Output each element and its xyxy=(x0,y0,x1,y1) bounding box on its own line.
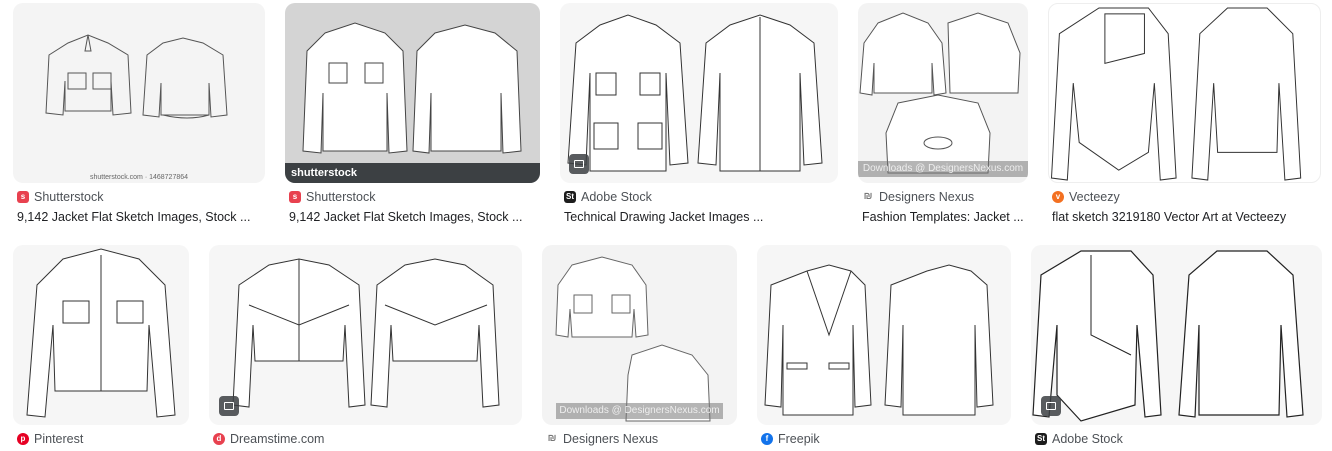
result-thumbnail[interactable] xyxy=(1048,3,1321,183)
thumb-caption: shutterstock.com · 1468727864 xyxy=(90,174,188,181)
source-label: Designers Nexus xyxy=(563,432,659,446)
result-source[interactable]: ₪ Designers Nexus xyxy=(862,190,975,204)
result-source[interactable]: p Pinterest xyxy=(17,432,83,446)
result-card-7[interactable]: d Dreamstime.com xyxy=(209,245,522,451)
result-thumbnail[interactable] xyxy=(757,245,1011,425)
designers-nexus-favicon: ₪ xyxy=(547,433,557,444)
adobe-favicon: St xyxy=(564,191,576,203)
result-card-5[interactable]: v Vecteezy flat sketch 3219180 Vector Ar… xyxy=(1048,3,1321,228)
result-card-4[interactable]: Downloads @ DesignersNexus.com ₪ Designe… xyxy=(858,3,1028,228)
result-title[interactable]: flat sketch 3219180 Vector Art at Vectee… xyxy=(1052,210,1322,224)
result-thumbnail[interactable]: Downloads @ DesignersNexus.com xyxy=(542,245,737,425)
vecteezy-favicon: v xyxy=(1052,191,1064,203)
shutterstock-favicon: s xyxy=(17,191,29,203)
watermark-bar: shutterstock xyxy=(285,163,540,183)
source-label: Freepik xyxy=(778,432,820,446)
source-label: Shutterstock xyxy=(306,190,376,204)
result-card-1[interactable]: shutterstock.com · 1468727864 s Shutters… xyxy=(13,3,265,228)
source-label: Dreamstime.com xyxy=(230,432,325,446)
result-source[interactable]: ₪ Designers Nexus xyxy=(546,432,659,446)
pinterest-favicon: p xyxy=(17,433,29,445)
shutterstock-favicon: s xyxy=(289,191,301,203)
result-title[interactable]: 9,142 Jacket Flat Sketch Images, Stock .… xyxy=(17,210,265,224)
image-icon xyxy=(219,396,239,416)
jacket-sketch-image xyxy=(302,22,522,154)
image-icon xyxy=(1041,396,1061,416)
jacket-sketch-image: shutterstock.com · 1468727864 xyxy=(45,34,228,181)
image-icon xyxy=(569,154,589,174)
jacket-sketch-image xyxy=(26,248,176,418)
result-card-10[interactable]: St Adobe Stock xyxy=(1031,245,1322,451)
result-card-9[interactable]: f Freepik xyxy=(757,245,1011,451)
result-source[interactable]: d Dreamstime.com xyxy=(213,432,324,446)
watermark-text: Downloads @ DesignersNexus.com xyxy=(556,403,723,419)
designers-nexus-favicon: ₪ xyxy=(863,191,873,202)
freepik-favicon: f xyxy=(761,433,773,445)
result-thumbnail[interactable] xyxy=(1031,245,1322,425)
source-label: Designers Nexus xyxy=(879,190,975,204)
result-title[interactable]: Fashion Templates: Jacket ... xyxy=(862,210,1028,224)
result-title[interactable]: 9,142 Jacket Flat Sketch Images, Stock .… xyxy=(289,210,539,224)
result-source[interactable]: St Adobe Stock xyxy=(564,190,652,204)
jacket-sketch-image xyxy=(555,256,711,422)
result-card-6[interactable]: p Pinterest xyxy=(13,245,189,451)
source-label: Adobe Stock xyxy=(581,190,652,204)
result-source[interactable]: s Shutterstock xyxy=(289,190,375,204)
jacket-sketch-image xyxy=(232,258,500,408)
jacket-sketch-image xyxy=(859,12,1021,174)
result-thumbnail[interactable]: shutterstock.com · 1468727864 xyxy=(13,3,265,183)
result-thumbnail[interactable]: Downloads @ DesignersNexus.com xyxy=(858,3,1028,183)
jacket-sketch-image xyxy=(567,14,823,172)
result-thumbnail[interactable] xyxy=(13,245,189,425)
source-label: Adobe Stock xyxy=(1052,432,1123,446)
result-source[interactable]: s Shutterstock xyxy=(17,190,103,204)
result-thumbnail[interactable]: shutterstock xyxy=(285,3,540,183)
source-label: Vecteezy xyxy=(1069,190,1120,204)
jacket-sketch-image xyxy=(1050,7,1302,181)
result-thumbnail[interactable] xyxy=(209,245,522,425)
watermark-text: Downloads @ DesignersNexus.com xyxy=(858,161,1028,177)
result-title[interactable]: Technical Drawing Jacket Images ... xyxy=(564,210,839,224)
result-thumbnail[interactable] xyxy=(560,3,838,183)
jacket-sketch-image xyxy=(1032,250,1304,422)
source-label: Pinterest xyxy=(34,432,84,446)
result-source[interactable]: St Adobe Stock xyxy=(1035,432,1123,446)
result-card-8[interactable]: Downloads @ DesignersNexus.com ₪ Designe… xyxy=(542,245,737,451)
adobe-favicon: St xyxy=(1035,433,1047,445)
result-source[interactable]: v Vecteezy xyxy=(1052,190,1120,204)
source-label: Shutterstock xyxy=(34,190,104,204)
result-card-2[interactable]: shutterstock s Shutterstock 9,142 Jacket… xyxy=(285,3,540,228)
result-source[interactable]: f Freepik xyxy=(761,432,820,446)
jacket-sketch-image xyxy=(764,264,994,416)
dreamstime-favicon: d xyxy=(213,433,225,445)
result-card-3[interactable]: St Adobe Stock Technical Drawing Jacket … xyxy=(560,3,838,228)
